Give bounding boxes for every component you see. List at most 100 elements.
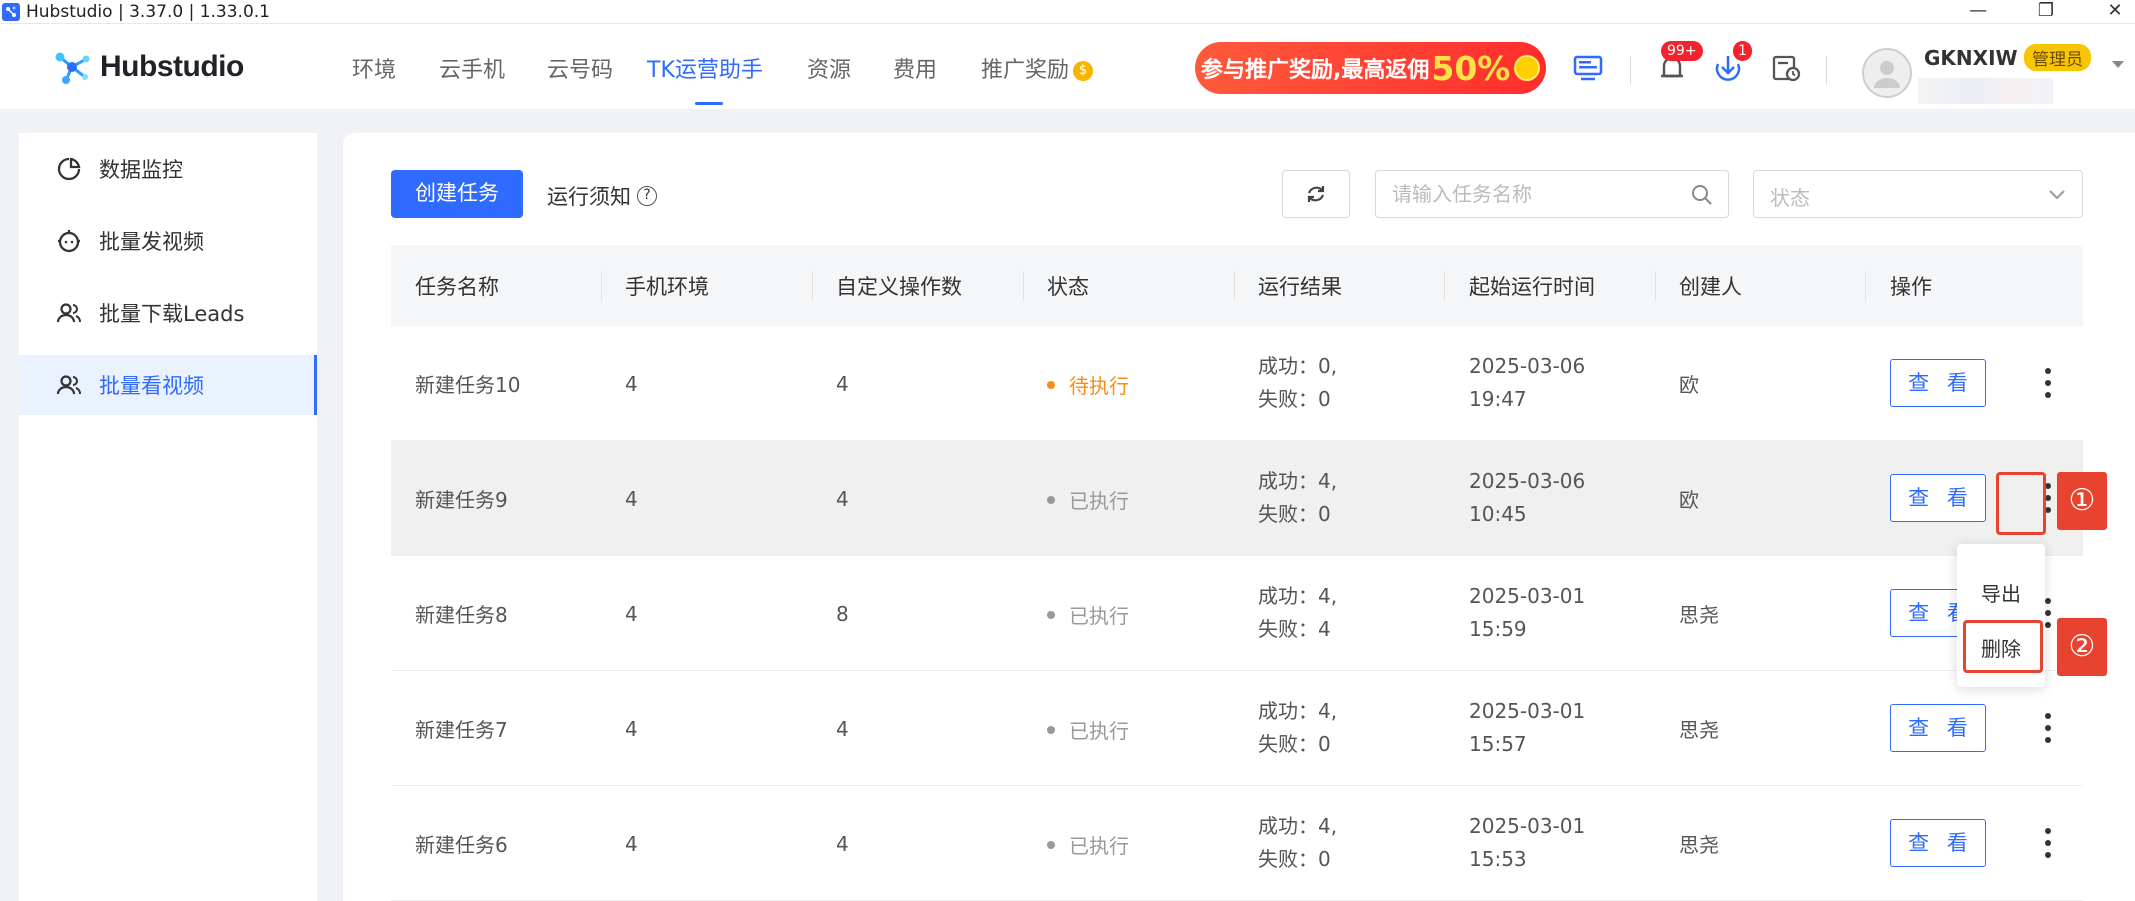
more-actions-button[interactable]	[2033, 359, 2063, 407]
nav-environment[interactable]: 环境	[352, 56, 396, 86]
nav-referral-label: 推广奖励	[981, 58, 1070, 83]
column-header: 任务名称	[415, 275, 499, 299]
chevron-down-icon[interactable]	[2110, 58, 2126, 70]
menu-item-export[interactable]: 导出	[1957, 578, 2045, 607]
start-time: 2025-03-01 15:59	[1469, 580, 1585, 646]
task-search	[1375, 170, 1729, 218]
sidebar-item-batch-post[interactable]: 批量发视频	[19, 211, 317, 271]
refresh-button[interactable]	[1282, 170, 1350, 218]
run-notice-link[interactable]: 运行须知 ?	[547, 181, 657, 211]
success-count: 成功：4,	[1258, 584, 1338, 608]
more-vertical-icon	[2045, 710, 2051, 746]
creator: 思尧	[1679, 833, 1719, 857]
sidebar-item-label: 批量看视频	[99, 374, 204, 398]
promo-text: 参与推广奖励,最高返佣	[1201, 58, 1430, 83]
phone-env-count: 4	[625, 372, 638, 396]
view-button[interactable]: 查 看	[1890, 474, 1986, 522]
task-schedule-icon[interactable]	[1768, 50, 1804, 86]
more-actions-button[interactable]	[2033, 704, 2063, 752]
sidebar-item-label: 数据监控	[99, 158, 183, 182]
custom-ops-count: 4	[836, 372, 849, 396]
status-cell: 已执行	[1047, 715, 1129, 744]
custom-ops-count: 4	[836, 717, 849, 741]
table-row[interactable]: 新建任务9 4 4 已执行 成功：4, 失败：0 2025-03-06 10:4…	[391, 441, 2083, 556]
column-header: 操作	[1890, 275, 1932, 299]
nav-referral[interactable]: 推广奖励 $	[981, 56, 1094, 86]
redacted-account-info	[1918, 78, 2053, 104]
column-divider	[812, 271, 813, 301]
start-date: 2025-03-06	[1469, 354, 1586, 378]
nav-active-indicator	[695, 102, 723, 105]
username: GKNXIW	[1924, 46, 2018, 70]
column-divider	[1234, 271, 1235, 301]
phone-env-count: 4	[625, 832, 638, 856]
table-row[interactable]: 新建任务6 4 4 已执行 成功：4, 失败：0 2025-03-01 15:5…	[391, 786, 2083, 901]
fail-count: 失败：4	[1258, 617, 1331, 641]
view-button[interactable]: 查 看	[1890, 704, 1986, 752]
robot-icon	[58, 230, 80, 253]
table-row[interactable]: 新建任务8 4 8 已执行 成功：4, 失败：4 2025-03-01 15:5…	[391, 556, 2083, 671]
status-text: 待执行	[1069, 374, 1129, 398]
run-result: 成功：4, 失败：4	[1258, 580, 1337, 646]
nav-cloud-number[interactable]: 云号码	[547, 56, 613, 86]
sidebar-item-batch-leads[interactable]: 批量下载Leads	[19, 283, 317, 343]
title-bar: Hubstudio | 3.37.0 | 1.33.0.1 — ❐ ✕	[0, 0, 2135, 24]
table-row[interactable]: 新建任务7 4 4 已执行 成功：4, 失败：0 2025-03-01 15:5…	[391, 671, 2083, 786]
highlight-more-button	[1996, 472, 2046, 535]
status-dot	[1047, 380, 1055, 389]
nav-billing[interactable]: 费用	[893, 56, 937, 86]
creator: 思尧	[1679, 603, 1719, 627]
promo-banner[interactable]: 参与推广奖励,最高返佣 50%	[1195, 42, 1546, 94]
search-input[interactable]	[1392, 171, 1682, 217]
fail-count: 失败：0	[1258, 847, 1331, 871]
nav-tk-assistant[interactable]: TK运营助手	[647, 56, 763, 86]
status-dot	[1047, 610, 1055, 619]
nav-resources[interactable]: 资源	[807, 56, 851, 86]
users-icon	[56, 375, 81, 395]
sidebar-item-data-monitor[interactable]: 数据监控	[19, 139, 317, 199]
table-row[interactable]: 新建任务10 4 4 待执行 成功：0, 失败：0 2025-03-06 19:…	[391, 326, 2083, 441]
success-count: 成功：4,	[1258, 814, 1338, 838]
annotation-step-1: ①	[2057, 472, 2107, 530]
start-time: 2025-03-06 19:47	[1469, 350, 1585, 416]
start-clock: 15:59	[1469, 617, 1527, 641]
coin-icon: $	[1073, 61, 1094, 81]
highlight-delete-item	[1963, 620, 2043, 673]
start-clock: 15:57	[1469, 732, 1527, 756]
nav-cloud-phone[interactable]: 云手机	[439, 56, 505, 86]
fail-count: 失败：0	[1258, 387, 1331, 411]
hubstudio-logo-icon	[55, 52, 90, 84]
screen-monitor-icon[interactable]	[1570, 50, 1606, 86]
start-date: 2025-03-06	[1469, 469, 1586, 493]
user-avatar[interactable]	[1862, 48, 1912, 98]
search-icon[interactable]	[1690, 183, 1714, 207]
help-icon: ?	[637, 186, 657, 206]
users-icon	[56, 303, 81, 323]
minimize-button[interactable]: —	[1958, 0, 1998, 24]
status-filter-select[interactable]: 状态	[1753, 170, 2083, 218]
view-button[interactable]: 查 看	[1890, 819, 1986, 867]
chart-pie-icon	[57, 157, 81, 181]
column-divider	[601, 271, 602, 301]
success-count: 成功：4,	[1258, 699, 1338, 723]
brand-name: Hubstudio	[100, 50, 244, 83]
table-header: 任务名称 手机环境 自定义操作数 状态 运行结果 起始运行时间 创建人 操作	[391, 245, 2083, 326]
promo-highlight: 50%	[1431, 48, 1511, 88]
column-header: 运行结果	[1258, 275, 1342, 299]
custom-ops-count: 8	[836, 602, 849, 626]
maximize-button[interactable]: ❐	[2026, 0, 2066, 24]
phone-env-count: 4	[625, 602, 638, 626]
more-actions-button[interactable]	[2033, 819, 2063, 867]
more-vertical-icon	[2045, 825, 2051, 861]
create-task-button[interactable]: 创建任务	[391, 170, 523, 218]
phone-env-count: 4	[625, 487, 638, 511]
brand-logo[interactable]: Hubstudio	[52, 50, 244, 84]
phone-env-count: 4	[625, 717, 638, 741]
sidebar-item-batch-watch[interactable]: 批量看视频	[19, 355, 317, 415]
view-button[interactable]: 查 看	[1890, 359, 1986, 407]
column-divider	[1865, 271, 1866, 301]
start-date: 2025-03-01	[1469, 814, 1586, 838]
window-title: Hubstudio | 3.37.0 | 1.33.0.1	[26, 2, 270, 22]
close-button[interactable]: ✕	[2095, 0, 2135, 24]
task-name: 新建任务8	[415, 603, 508, 627]
